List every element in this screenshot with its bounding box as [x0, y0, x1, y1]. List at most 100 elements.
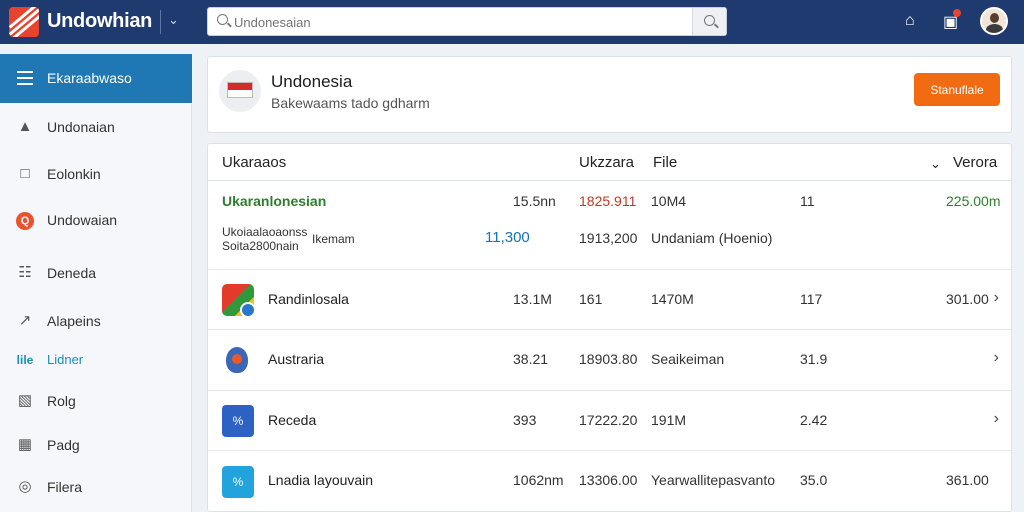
app-logo-icon[interactable] — [9, 7, 39, 37]
sidebar-item-undonaian[interactable]: ▲ Undonaian — [0, 107, 192, 147]
sidebar-item-deneda[interactable]: ☷ Deneda — [0, 253, 192, 293]
row-value: 161 — [579, 291, 603, 307]
column-header-name[interactable]: Ukaraaos — [222, 154, 286, 171]
row-value: Yearwallitepasvanto — [651, 472, 776, 488]
row-value: 301.00 — [946, 291, 989, 307]
flag-avatar — [219, 70, 261, 112]
row-value: 1825.911 — [579, 193, 637, 209]
table-row[interactable]: Randinlosala 13.1M 161 1470M 117 301.00 … — [208, 271, 1011, 330]
table-row[interactable]: % Receda 393 17222.20 191M 2.42 › — [208, 392, 1011, 451]
document-icon: ▧ — [17, 392, 33, 409]
row-detail-name: Ukoiaalaoaonss — [222, 225, 308, 239]
column-header-ukzzara[interactable]: Ukzzara — [579, 154, 634, 171]
table-row[interactable]: % Lnadia layouvain 1062nm 13306.00 Yearw… — [208, 452, 1011, 511]
row-value: 35.0 — [800, 472, 828, 488]
sidebar-item-label: Undowaian — [47, 212, 118, 228]
avatar[interactable] — [980, 7, 1008, 35]
sidebar-item-label: Eolonkin — [47, 166, 101, 182]
sidebar-item-undowaian[interactable]: Q Undowaian — [0, 200, 192, 240]
chevron-right-icon[interactable]: › — [994, 349, 999, 367]
data-table: Ukaraaos Ukzzara File ⌄ Verora Ukaranlon… — [207, 143, 1012, 512]
row-value: Seaikeiman — [651, 351, 725, 367]
sidebar-item-filera[interactable]: ◎ Filera — [0, 467, 192, 507]
row-detail-value: 1913,200 — [579, 230, 638, 246]
search-input[interactable] — [234, 12, 694, 32]
sidebar: Ekaraabwaso ▲ Undonaian □ Eolonkin Q Und… — [0, 54, 192, 512]
sidebar-item-rolg[interactable]: ▧ Rolg — [0, 381, 192, 421]
search-icon — [704, 15, 715, 26]
file-text-icon: lile — [16, 353, 34, 367]
triangle-icon: ▲ — [17, 118, 33, 135]
chevron-down-icon[interactable]: ⌄ — [168, 12, 179, 28]
top-bar: Undowhian ⌄ ⌂ ▣ — [0, 0, 1024, 44]
sidebar-item-eolonkin[interactable]: □ Eolonkin — [0, 154, 192, 194]
row-value: 225.00m — [946, 193, 1001, 209]
grid-icon: ☷ — [18, 264, 32, 281]
column-header-verora[interactable]: Verora — [953, 154, 997, 171]
row-value: 38.21 — [513, 351, 549, 367]
row-value: 117 — [800, 291, 823, 307]
row-value: 11 — [800, 193, 815, 209]
row-value: 13306.00 — [579, 472, 638, 488]
row-value: 31.9 — [800, 351, 828, 367]
target-icon: ◎ — [18, 478, 32, 495]
sidebar-item-label: Lidner — [47, 352, 84, 367]
percent-icon: % — [222, 405, 254, 437]
percent-icon: % — [222, 466, 254, 498]
sidebar-item-label: Rolg — [47, 393, 76, 409]
notification-badge — [953, 9, 961, 17]
row-value: 18903.80 — [579, 351, 638, 367]
sidebar-header[interactable]: Ekaraabwaso — [0, 54, 192, 103]
row-detail-value: 11,300 — [485, 229, 530, 246]
page-subtitle: Bakewaams tado gdharm — [271, 95, 430, 111]
row-value: 13.1M — [513, 291, 552, 307]
row-detail-value: Undaniam (Hoenio) — [651, 230, 773, 246]
row-value: 1062nm — [513, 472, 564, 488]
row-value: 2.42 — [800, 412, 828, 428]
row-value: 10M4 — [651, 193, 687, 209]
pen-icon: ↗ — [18, 312, 32, 329]
row-value: 17222.20 — [579, 412, 638, 428]
column-header-file[interactable]: File — [653, 154, 677, 171]
page-title: Undonesia — [271, 72, 353, 91]
cube-icon — [222, 284, 256, 318]
sidebar-item-label: Padg — [47, 437, 80, 453]
home-icon[interactable]: ⌂ — [905, 12, 915, 30]
sidebar-item-label: Deneda — [47, 265, 97, 281]
divider — [160, 10, 161, 34]
search-icon — [217, 14, 228, 25]
shield-icon — [222, 345, 254, 377]
row-detail-note: Ikemam — [312, 232, 355, 246]
table-row[interactable]: Austraria 38.21 18903.80 Seaikeiman 31.9… — [208, 331, 1011, 391]
app-title[interactable]: Undowhian — [47, 10, 152, 33]
sidebar-item-label: Alapeins — [47, 313, 101, 329]
primary-action-button[interactable]: Stanuflale — [914, 73, 1000, 106]
chevron-right-icon[interactable]: › — [994, 410, 999, 428]
sidebar-item-label: Filera — [47, 479, 83, 495]
profile-header-card: Undonesia Bakewaams tado gdharm Stanufla… — [207, 56, 1012, 133]
square-icon: □ — [20, 165, 30, 182]
flag-icon — [227, 82, 253, 98]
row-value: 393 — [513, 412, 537, 428]
sidebar-item-alapeins[interactable]: ↗ Alapeins — [0, 301, 192, 341]
table-row[interactable]: Ukaranlonesian 15.5nn 1825.911 10M4 11 2… — [208, 181, 1011, 270]
row-name: Receda — [268, 412, 317, 428]
search-bar — [207, 7, 727, 36]
menu-icon[interactable] — [17, 71, 33, 85]
row-detail-name: Soita2800nain — [222, 239, 299, 253]
row-value: 361.00 — [946, 472, 989, 488]
row-value: 191M — [651, 412, 687, 428]
sidebar-item-lidner[interactable]: lile Lidner — [0, 340, 192, 380]
sidebar-item-label: Undonaian — [47, 119, 115, 135]
row-name: Ukaranlonesian — [222, 193, 327, 209]
chevron-right-icon[interactable]: › — [994, 289, 999, 307]
row-value: 1470M — [651, 291, 694, 307]
row-name: Austraria — [268, 351, 325, 367]
sort-chevron-icon[interactable]: ⌄ — [930, 156, 941, 172]
sidebar-item-padg[interactable]: ▦ Padg — [0, 425, 192, 465]
row-name: Lnadia layouvain — [268, 472, 374, 488]
row-value: 15.5nn — [513, 193, 556, 209]
search-button[interactable] — [692, 8, 726, 35]
table-icon: ▦ — [17, 436, 33, 453]
sidebar-header-label: Ekaraabwaso — [47, 70, 132, 86]
